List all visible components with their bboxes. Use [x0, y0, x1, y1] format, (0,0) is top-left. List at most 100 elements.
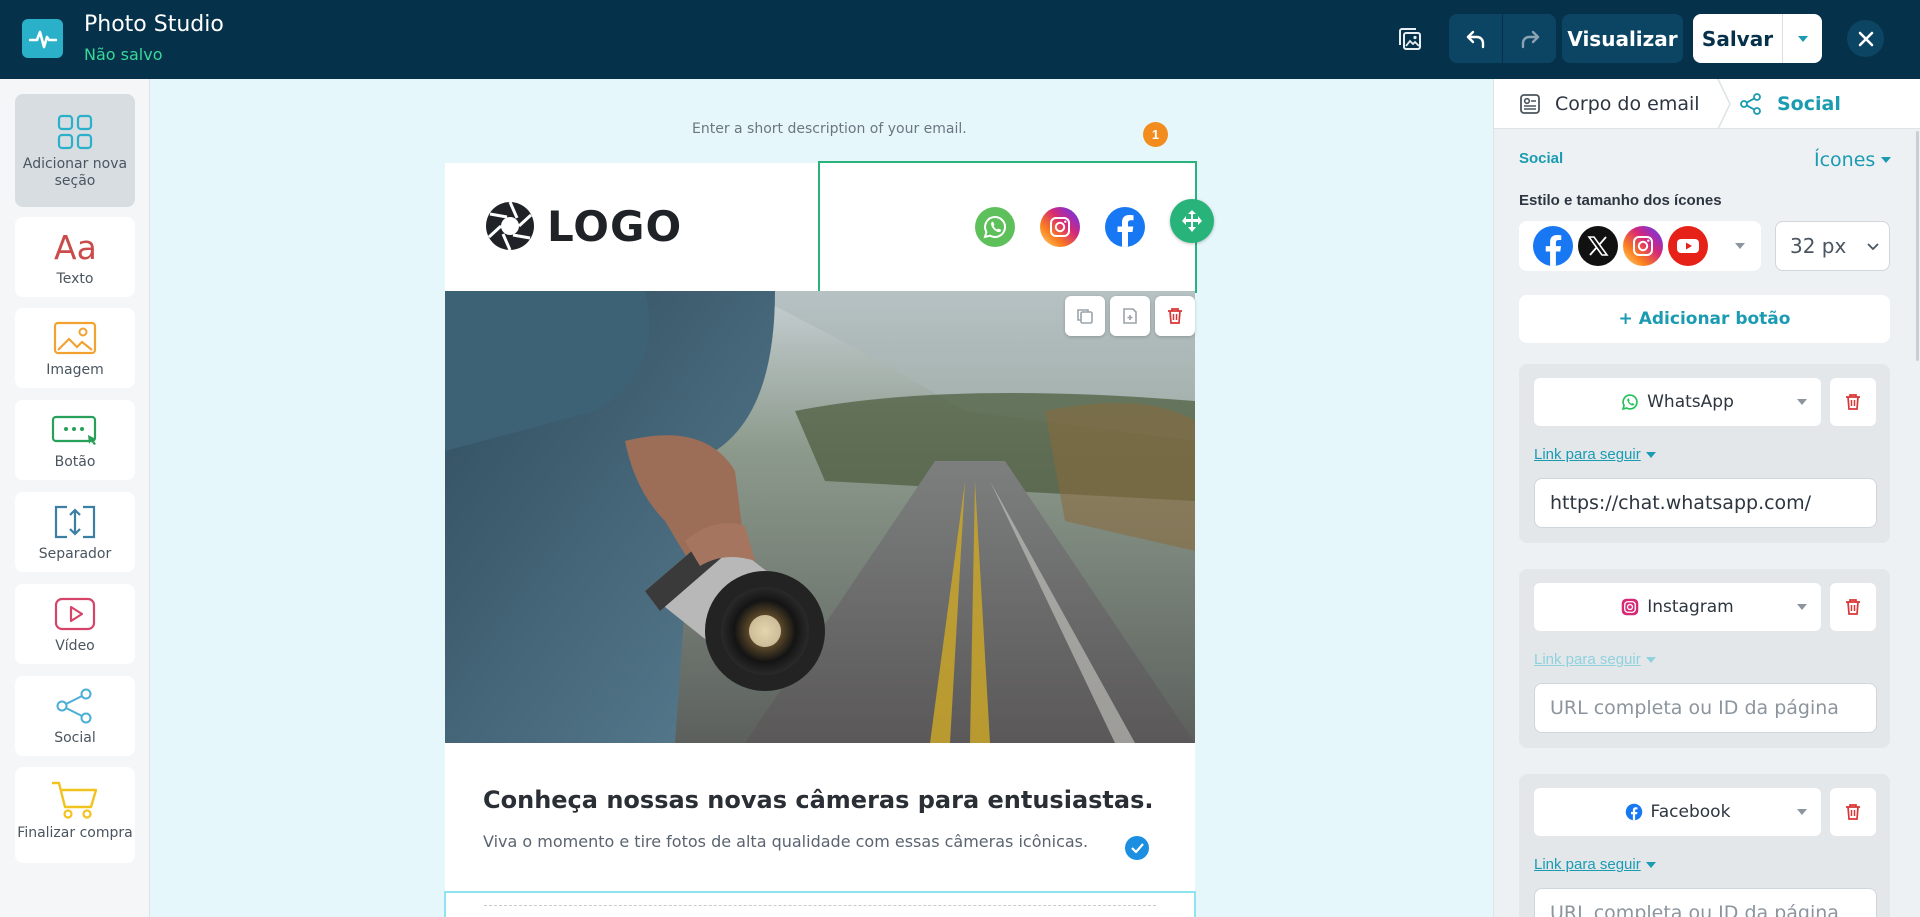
delete-network-button[interactable]: [1830, 788, 1876, 836]
palette-item-social[interactable]: Social: [15, 676, 135, 756]
redo-button[interactable]: [1502, 14, 1556, 63]
text-icon: Aa: [54, 229, 97, 265]
button-icon: [51, 415, 97, 445]
palette-item-separator[interactable]: Separador: [15, 492, 135, 572]
save-button[interactable]: Salvar: [1693, 14, 1782, 63]
palette-item-checkout[interactable]: Finalizar compra: [15, 767, 135, 863]
share-icon: [56, 688, 92, 724]
icon-style-select[interactable]: [1519, 221, 1761, 271]
trash-icon: [1846, 599, 1860, 615]
delete-block-button[interactable]: [1155, 296, 1195, 336]
camera-photo-image: [445, 291, 1195, 743]
network-name: Facebook: [1650, 802, 1731, 822]
facebook-icon: [1533, 226, 1573, 266]
chevron-down-icon: [1735, 243, 1745, 249]
move-icon: [1182, 210, 1202, 232]
save-group: Salvar: [1693, 14, 1822, 63]
block-palette: Adicionar nova seção Aa Texto Imagem Bot…: [0, 79, 150, 917]
instagram-icon: [1623, 226, 1663, 266]
trash-icon: [1846, 804, 1860, 820]
svg-text:Aa: Aa: [54, 229, 97, 265]
duplicate-button[interactable]: [1065, 296, 1105, 336]
palette-item-text[interactable]: Aa Texto: [15, 217, 135, 297]
preheader-text[interactable]: Enter a short description of your email.: [692, 121, 967, 137]
social-block-selected[interactable]: [818, 161, 1197, 293]
app-logo-icon: [22, 19, 63, 58]
gallery-button[interactable]: [1390, 14, 1430, 63]
close-icon: [1858, 31, 1873, 46]
link-type-dropdown[interactable]: Link para seguir: [1534, 446, 1656, 463]
image-icon: [53, 321, 97, 355]
gallery-icon: [1399, 27, 1421, 50]
link-type-label: Link para seguir: [1534, 856, 1641, 873]
move-handle[interactable]: [1170, 199, 1214, 243]
logo-block[interactable]: LOGO: [485, 201, 682, 251]
panel-scrollbar[interactable]: [1916, 131, 1919, 361]
save-block-icon: [1123, 308, 1137, 324]
delete-network-button[interactable]: [1830, 583, 1876, 631]
link-type-dropdown[interactable]: Link para seguir: [1534, 856, 1656, 873]
section-label: Social: [1519, 150, 1564, 167]
undo-button[interactable]: [1449, 14, 1502, 63]
link-type-dropdown[interactable]: Link para seguir: [1534, 651, 1656, 668]
instagram-icon[interactable]: [1040, 207, 1080, 247]
chevron-down-icon: [1881, 157, 1892, 163]
chevron-down-icon: [1797, 604, 1807, 610]
undo-icon: [1466, 30, 1484, 48]
palette-item-label: Adicionar nova seção: [22, 156, 128, 189]
notification-badge: 1: [1143, 122, 1168, 147]
share-icon: [1740, 93, 1761, 115]
icon-size-select[interactable]: 32 px: [1775, 221, 1890, 271]
trash-icon: [1168, 308, 1182, 324]
breadcrumb-email-body[interactable]: Corpo do email: [1519, 93, 1700, 115]
palette-item-image[interactable]: Imagem: [15, 308, 135, 388]
add-button[interactable]: + Adicionar botão: [1519, 295, 1890, 343]
network-select[interactable]: Instagram: [1534, 583, 1821, 631]
network-card-whatsapp: WhatsApp Link para seguir: [1519, 364, 1890, 543]
email-body-icon: [1520, 94, 1540, 114]
breadcrumb-social[interactable]: Social: [1739, 93, 1841, 115]
save-options-button[interactable]: [1782, 14, 1822, 63]
top-bar: Photo Studio Não salvo Visualizar Salvar: [0, 0, 1920, 79]
icon-size-value: 32 px: [1790, 234, 1847, 258]
save-block-button[interactable]: [1110, 296, 1150, 336]
breadcrumb-separator: [1717, 79, 1731, 129]
divider-block[interactable]: [444, 891, 1196, 917]
palette-item-button[interactable]: Botão: [15, 400, 135, 480]
trash-icon: [1846, 394, 1860, 410]
chevron-down-icon: [1645, 861, 1656, 868]
headline-text[interactable]: Conheça nossas novas câmeras para entusi…: [483, 786, 1154, 814]
icons-dropdown-label: Ícones: [1814, 149, 1876, 171]
palette-item-video[interactable]: Vídeo: [15, 584, 135, 664]
palette-item-new-section[interactable]: Adicionar nova seção: [15, 94, 135, 207]
whatsapp-icon[interactable]: [975, 207, 1015, 247]
network-card-instagram: Instagram Link para seguir: [1519, 569, 1890, 748]
chevron-down-icon: [1797, 35, 1808, 42]
palette-item-label: Social: [54, 730, 96, 746]
network-name: WhatsApp: [1647, 392, 1734, 412]
url-input[interactable]: [1534, 888, 1877, 917]
delete-network-button[interactable]: [1830, 378, 1876, 426]
chevron-down-icon: [1797, 809, 1807, 815]
breadcrumb-label: Corpo do email: [1555, 93, 1700, 115]
url-input[interactable]: [1534, 683, 1877, 733]
video-icon: [54, 597, 96, 631]
grid-icon: [57, 114, 93, 150]
cart-icon: [52, 781, 98, 819]
breadcrumb: Corpo do email Social: [1494, 79, 1920, 129]
url-input[interactable]: [1534, 478, 1877, 528]
history-controls: [1449, 14, 1556, 63]
hero-image[interactable]: [445, 291, 1195, 743]
network-select[interactable]: Facebook: [1534, 788, 1821, 836]
icon-style-label: Estilo e tamanho dos ícones: [1519, 192, 1722, 209]
facebook-icon[interactable]: [1105, 207, 1145, 247]
youtube-icon: [1668, 226, 1708, 266]
palette-item-label: Imagem: [46, 362, 104, 378]
network-select[interactable]: WhatsApp: [1534, 378, 1821, 426]
icons-dropdown[interactable]: Ícones: [1814, 149, 1892, 171]
body-text[interactable]: Viva o momento e tire fotos de alta qual…: [483, 832, 1088, 851]
preview-button[interactable]: Visualizar: [1562, 14, 1683, 63]
x-icon: [1578, 226, 1618, 266]
close-button[interactable]: [1847, 20, 1884, 57]
block-toolbar: [1065, 296, 1195, 336]
